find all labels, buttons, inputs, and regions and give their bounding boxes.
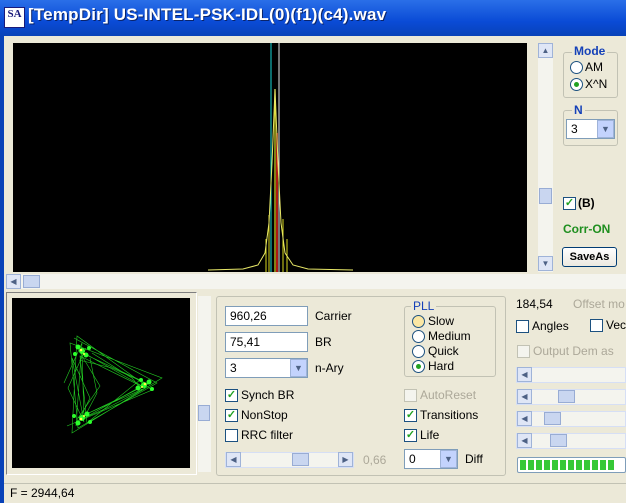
rrc-filter-label: RRC filter bbox=[241, 428, 294, 442]
progress-segment bbox=[608, 460, 614, 470]
spectrum-trace bbox=[207, 43, 354, 272]
saveas-button[interactable]: SaveAs bbox=[562, 247, 617, 267]
progress-segment bbox=[568, 460, 574, 470]
mode-group bbox=[563, 52, 618, 98]
pll-hard-label: Hard bbox=[428, 359, 455, 373]
progress-segment bbox=[592, 460, 598, 470]
b-checkbox[interactable]: ✓ bbox=[563, 197, 576, 210]
nonstop-label: NonStop bbox=[241, 408, 288, 422]
spectrum-vscrollbar[interactable] bbox=[538, 43, 553, 272]
constellation-vslider[interactable] bbox=[198, 296, 211, 472]
br-label: BR bbox=[315, 335, 332, 349]
slider-left-button[interactable]: ◀ bbox=[517, 389, 532, 404]
window-title: [TempDir] US-INTEL-PSK-IDL(0)(f1)(c4).wa… bbox=[28, 5, 387, 24]
corr-status: Corr-ON bbox=[563, 222, 611, 236]
spectrum-hscrollbar[interactable] bbox=[6, 274, 626, 289]
mode-am-radio[interactable] bbox=[570, 61, 583, 74]
window-frame bbox=[0, 36, 4, 503]
progress-segment bbox=[528, 460, 534, 470]
rrc-filter-checkbox[interactable] bbox=[225, 429, 238, 442]
chevron-down-icon[interactable]: ▼ bbox=[597, 120, 614, 138]
filter-slider[interactable] bbox=[225, 452, 354, 468]
progress-segment bbox=[576, 460, 582, 470]
chevron-down-icon[interactable]: ▼ bbox=[440, 450, 457, 468]
angles-label: Angles bbox=[532, 319, 569, 333]
vec-label: Vec bbox=[606, 318, 626, 332]
progress-segment bbox=[552, 460, 558, 470]
scroll-up-button[interactable]: ▲ bbox=[538, 43, 553, 58]
constellation-plot bbox=[63, 335, 163, 434]
status-bar bbox=[4, 483, 626, 503]
mode-xn-label: X^N bbox=[585, 77, 608, 91]
carrier-field[interactable]: 960,26 bbox=[225, 306, 308, 326]
slider-left-button[interactable]: ◀ bbox=[226, 452, 241, 467]
level-progress-bar bbox=[517, 457, 626, 473]
autoreset-label: AutoReset bbox=[420, 388, 477, 402]
slider-value: 0,66 bbox=[363, 453, 387, 467]
scroll-left-button[interactable]: ◀ bbox=[6, 274, 21, 289]
mode-caption: Mode bbox=[572, 44, 608, 58]
life-checkbox[interactable]: ✓ bbox=[404, 429, 417, 442]
vslider-thumb[interactable] bbox=[198, 405, 210, 421]
progress-segment bbox=[536, 460, 542, 470]
pll-slow-label: Slow bbox=[428, 314, 455, 328]
pll-medium-radio[interactable] bbox=[412, 330, 425, 343]
progress-segment bbox=[544, 460, 550, 470]
level-progress-fill bbox=[520, 460, 614, 470]
b-label: (B) bbox=[578, 196, 595, 210]
chevron-down-icon[interactable]: ▼ bbox=[290, 359, 307, 377]
progress-segment bbox=[520, 460, 526, 470]
nonstop-checkbox[interactable]: ✓ bbox=[225, 409, 238, 422]
output-dem-checkbox[interactable] bbox=[517, 345, 530, 358]
nary-label: n-Ary bbox=[315, 361, 344, 375]
progress-segment bbox=[560, 460, 566, 470]
offset-label: Offset mo bbox=[573, 297, 625, 311]
transitions-label: Transitions bbox=[420, 408, 479, 422]
progress-segment bbox=[584, 460, 590, 470]
mode-xn-radio[interactable] bbox=[570, 78, 583, 91]
life-label: Life bbox=[420, 428, 440, 442]
pll-slow-radio[interactable] bbox=[412, 315, 425, 328]
scroll-thumb[interactable] bbox=[539, 188, 552, 204]
hscroll-thumb[interactable] bbox=[23, 275, 40, 288]
slider-thumb[interactable] bbox=[292, 453, 309, 466]
output-dem-label: Output Dem as bbox=[533, 344, 614, 358]
param-slider-1[interactable] bbox=[516, 367, 626, 383]
pll-quick-radio[interactable] bbox=[412, 345, 425, 358]
spectrum-display bbox=[13, 43, 527, 272]
app-icon[interactable]: SA bbox=[4, 7, 25, 28]
br-field[interactable]: 75,41 bbox=[225, 332, 308, 352]
carrier-label: Carrier bbox=[315, 309, 352, 323]
angles-checkbox[interactable] bbox=[516, 320, 529, 333]
status-text: F = 2944,64 bbox=[10, 486, 75, 500]
param-slider-3[interactable] bbox=[516, 411, 626, 427]
synch-br-label: Synch BR bbox=[241, 388, 295, 402]
synch-br-checkbox[interactable]: ✓ bbox=[225, 389, 238, 402]
offset-value: 184,54 bbox=[516, 297, 553, 311]
scroll-down-button[interactable]: ▼ bbox=[538, 256, 553, 271]
mode-am-label: AM bbox=[585, 60, 603, 74]
slider-right-button[interactable]: ▶ bbox=[338, 452, 353, 467]
diff-label: Diff bbox=[465, 452, 483, 466]
slider-left-button[interactable]: ◀ bbox=[517, 411, 532, 426]
param-slider-4[interactable] bbox=[516, 433, 626, 449]
pll-hard-radio[interactable] bbox=[412, 360, 425, 373]
pll-quick-label: Quick bbox=[428, 344, 459, 358]
n-caption: N bbox=[572, 103, 585, 117]
vec-checkbox[interactable] bbox=[590, 319, 603, 332]
autoreset-checkbox[interactable] bbox=[404, 389, 417, 402]
slider-thumb[interactable] bbox=[550, 434, 567, 447]
pll-medium-label: Medium bbox=[428, 329, 471, 343]
slider-left-button[interactable]: ◀ bbox=[517, 367, 532, 382]
slider-thumb[interactable] bbox=[544, 412, 561, 425]
slider-left-button[interactable]: ◀ bbox=[517, 433, 532, 448]
pll-caption: PLL bbox=[411, 299, 437, 313]
constellation-display bbox=[12, 298, 190, 468]
transitions-checkbox[interactable]: ✓ bbox=[404, 409, 417, 422]
slider-thumb[interactable] bbox=[558, 390, 575, 403]
progress-segment bbox=[600, 460, 606, 470]
